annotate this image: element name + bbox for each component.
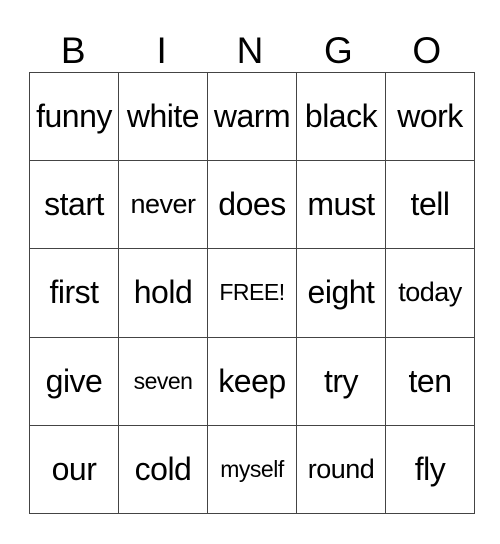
board-row: funny white warm black work <box>29 71 475 162</box>
header-letter-i: I <box>156 30 167 71</box>
bingo-cell[interactable]: seven <box>118 336 208 426</box>
board-row: first hold FREE! eight today <box>29 248 475 338</box>
bingo-header: B I N G O <box>29 30 471 72</box>
bingo-cell[interactable]: funny <box>29 71 119 162</box>
bingo-cell[interactable]: never <box>118 160 208 250</box>
board-row: our cold myself round fly <box>29 424 475 515</box>
bingo-cell[interactable]: tell <box>385 160 475 250</box>
bingo-board: funny white warm black work start never … <box>29 71 475 515</box>
bingo-cell[interactable]: today <box>385 248 475 338</box>
header-letter-b: B <box>60 30 86 71</box>
bingo-cell[interactable]: hold <box>118 248 208 338</box>
bingo-cell[interactable]: first <box>29 248 119 338</box>
bingo-cell[interactable]: does <box>207 160 297 250</box>
bingo-cell[interactable]: start <box>29 160 119 250</box>
bingo-cell[interactable]: keep <box>207 336 297 426</box>
bingo-cell[interactable]: must <box>296 160 386 250</box>
bingo-cell[interactable]: white <box>118 71 208 162</box>
header-letter-n: N <box>236 30 264 71</box>
bingo-cell[interactable]: ten <box>385 336 475 426</box>
bingo-cell[interactable]: cold <box>118 424 208 515</box>
header-letter-g: G <box>323 30 353 71</box>
bingo-cell[interactable]: black <box>296 71 386 162</box>
bingo-cell[interactable]: try <box>296 336 386 426</box>
bingo-cell[interactable]: warm <box>207 71 297 162</box>
bingo-cell[interactable]: work <box>385 71 475 162</box>
board-row: give seven keep try ten <box>29 336 475 426</box>
bingo-cell[interactable]: round <box>296 424 386 515</box>
bingo-cell[interactable]: fly <box>385 424 475 515</box>
header-letter-o: O <box>412 30 442 71</box>
board-row: start never does must tell <box>29 160 475 250</box>
bingo-cell[interactable]: give <box>29 336 119 426</box>
bingo-cell[interactable]: eight <box>296 248 386 338</box>
bingo-cell[interactable]: myself <box>207 424 297 515</box>
bingo-cell[interactable]: our <box>29 424 119 515</box>
free-space-cell[interactable]: FREE! <box>207 248 297 338</box>
